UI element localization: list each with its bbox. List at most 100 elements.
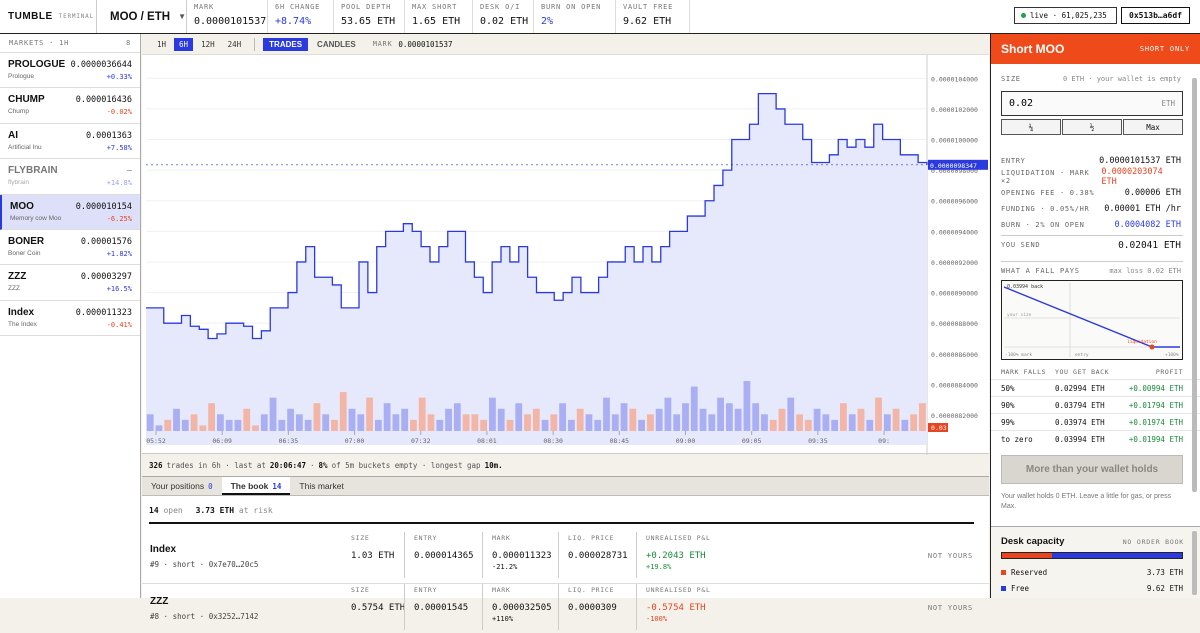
size-input-box[interactable]: ETH	[1001, 91, 1183, 116]
volume-bar	[883, 414, 891, 431]
volume-bar	[173, 408, 180, 431]
tab-count: 14	[272, 482, 282, 491]
scrollbar[interactable]	[1192, 531, 1197, 595]
market-change: +1.82%	[106, 249, 132, 258]
market-item-boner[interactable]: BONER Boner Coin 0.00001576 +1.82%	[0, 230, 140, 266]
no-order-book-badge: NO ORDER BOOK	[1122, 538, 1184, 546]
max-button[interactable]: Max	[1123, 119, 1183, 135]
timeframe-1h[interactable]: 1H	[152, 38, 171, 51]
volume-bar	[787, 397, 795, 431]
tab-your-positions[interactable]: Your positions 0	[142, 477, 222, 495]
mode-candles[interactable]: CANDLES	[311, 38, 362, 51]
market-item-zzz[interactable]: ZZZ ZZZ 0.00003297 +16.5%	[0, 265, 140, 301]
markets-title: MARKETS · 1H	[9, 39, 70, 47]
col-label: LIQ. PRICE	[568, 534, 615, 542]
volume-bar	[655, 408, 663, 431]
stat-mark: MARK 0.0000101537	[187, 0, 268, 33]
position-row[interactable]: Index #9 · short · 0x7e70…20c5 SIZE 1.03 …	[142, 532, 989, 582]
tab-count: 0	[208, 482, 213, 491]
owner-badge: NOT YOURS	[927, 604, 973, 612]
timeframe-24h[interactable]: 24H	[223, 38, 247, 51]
trades-count: 326	[149, 460, 163, 470]
size-input[interactable]	[1009, 98, 1129, 109]
brand-name: TUMBLE	[8, 11, 53, 22]
volume-bar	[374, 419, 382, 431]
volume-bar	[813, 408, 821, 431]
falls-row: 99% 0.03974 ETH +0.01974 ETH	[991, 413, 1200, 429]
stat-value: 2%	[541, 16, 554, 27]
brand[interactable]: TUMBLE TERMINAL	[0, 0, 97, 33]
stat-value: +8.74%	[275, 16, 312, 27]
y-tick-label: 0.0000088000	[931, 320, 978, 328]
market-item-ai[interactable]: AI Artificial Inu 0.0001363 +7.58%	[0, 124, 140, 160]
market-change: +14.8%	[106, 179, 132, 188]
longest-gap: 10m.	[484, 460, 503, 470]
volume-bar	[348, 408, 356, 431]
reserved-swatch	[1001, 570, 1006, 575]
y-tick-label: 0.0000104000	[931, 75, 978, 83]
current-price-label: 0.0000098347	[930, 162, 977, 170]
volume-bar	[260, 414, 268, 431]
col-label: ENTRY	[414, 586, 438, 594]
volume-bar	[401, 408, 409, 431]
scrollbar[interactable]	[1192, 78, 1197, 492]
volume-bar	[892, 408, 900, 431]
timeframe-6h[interactable]: 6H	[174, 37, 194, 51]
payoff-axis-center: entry	[1075, 353, 1089, 358]
volume-bar	[410, 419, 417, 431]
wallet-button[interactable]: 0x513b…a6df	[1121, 7, 1190, 24]
fall-pct: 50%	[1001, 384, 1015, 393]
market-item-flybrain[interactable]: FLYBRAIN flybrain – +14.8%	[0, 159, 140, 195]
volume-bar	[453, 403, 461, 431]
half-button[interactable]: ½	[1062, 119, 1122, 135]
volume-bar	[804, 419, 812, 431]
volume-bar	[190, 414, 198, 431]
caret-down-icon: ▼	[178, 12, 186, 21]
last-trade-time: 20:06:47	[269, 460, 307, 470]
volume-bar	[919, 403, 926, 431]
tab-this-market[interactable]: This market	[290, 477, 352, 495]
tab-the-book[interactable]: The book 14	[221, 477, 291, 495]
fall-header: WHAT A FALL PAYS max loss 0.02 ETH	[991, 267, 1191, 275]
market-item-moo[interactable]: MOO Memory cow Moo 0.000010154 -6.25%	[0, 194, 140, 230]
stat-desk-oi: DESK O/I 0.02 ETH	[473, 0, 534, 33]
detail-value: 0.00006 ETH	[1124, 188, 1181, 198]
market-name: ZZZ	[8, 271, 27, 283]
volume-bar	[252, 425, 259, 431]
col-label: LIQ. PRICE	[568, 586, 615, 594]
volume-bar	[383, 403, 391, 431]
submit-short-button[interactable]: More than your wallet holds	[1001, 455, 1183, 484]
col-label: SIZE	[351, 586, 370, 594]
price-chart[interactable]: 0.0000104000 0.0000102000 0.0000100000 0.00…	[142, 54, 989, 455]
pair-selector[interactable]: MOO / ETH ▼	[97, 0, 187, 33]
volume-bar	[480, 419, 488, 431]
market-item-prologue[interactable]: PROLOGUE Prologue 0.0000036644 +0.33%	[0, 53, 140, 89]
pair-label: MOO / ETH	[110, 10, 171, 23]
market-change: +16.5%	[106, 285, 132, 294]
quarter-button[interactable]: ¼	[1001, 119, 1061, 135]
volume-bar	[445, 408, 452, 431]
volume-bar	[690, 386, 698, 431]
market-item-index[interactable]: Index The Index 0.000011323 -0.41%	[0, 301, 140, 337]
mode-trades[interactable]: TRADES	[263, 37, 309, 51]
volume-bar	[708, 414, 716, 431]
fall-back: 0.03994 ETH	[1055, 435, 1105, 444]
fall-pct: 90%	[1001, 401, 1015, 410]
volume-bar	[366, 397, 373, 431]
col-label: MARK	[492, 534, 511, 542]
volume-bar	[497, 408, 505, 431]
col-size: SIZE 0.5754 ETH	[342, 584, 405, 630]
book-panel: 14 open 3.73 ETH at risk Index #9 · shor…	[142, 496, 989, 630]
market-change: +0.33%	[106, 73, 132, 81]
stat-pool-depth: POOL DEPTH 53.65 ETH	[334, 0, 405, 33]
divider	[254, 37, 256, 51]
timeframe-12h[interactable]: 12H	[196, 38, 220, 51]
detail-value: 0.0000101537 ETH	[1099, 156, 1181, 166]
market-item-chump[interactable]: CHUMP Chump 0.000016436 -0.02%	[0, 88, 140, 124]
col-label: MARK	[492, 586, 511, 594]
mark-change: -21.2%	[492, 563, 518, 571]
volume-bar	[243, 408, 251, 431]
position-market: Index	[150, 544, 177, 555]
position-row[interactable]: ZZZ #8 · short · 0x3252…7142 SIZE 0.5754 …	[142, 583, 989, 633]
mark-value: 0.000032505	[492, 603, 552, 613]
